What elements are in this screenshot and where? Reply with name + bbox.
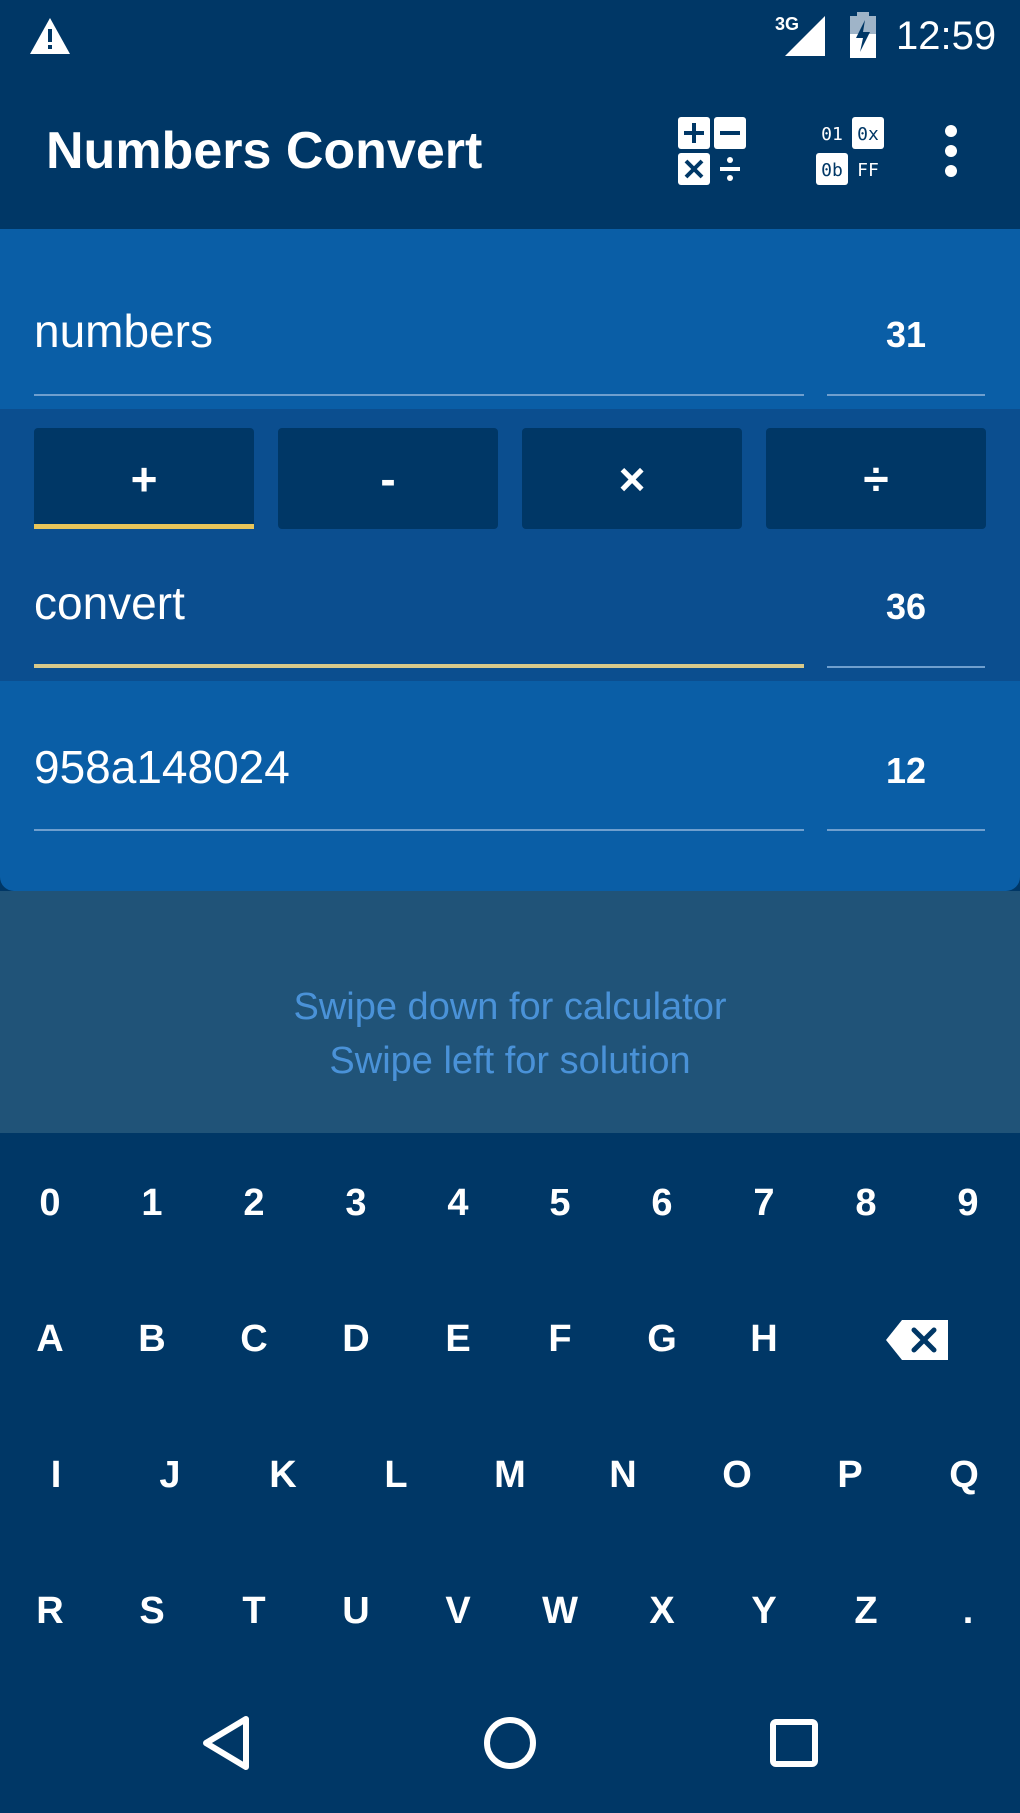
converter-icon-text: 01 — [821, 124, 843, 145]
key-g[interactable]: G — [622, 1299, 702, 1379]
key-dot[interactable]: . — [928, 1571, 1008, 1651]
key-j[interactable]: J — [130, 1435, 210, 1515]
first-number-underline — [34, 394, 804, 396]
key-2[interactable]: 2 — [214, 1163, 294, 1243]
key-z[interactable]: Z — [826, 1571, 906, 1651]
warning-icon — [30, 18, 70, 54]
first-base-input[interactable]: 31 — [826, 314, 986, 356]
result-base-underline — [827, 829, 985, 831]
hint-solution: Swipe left for solution — [329, 1040, 691, 1082]
more-options-icon[interactable] — [936, 123, 966, 179]
key-t[interactable]: T — [214, 1571, 294, 1651]
key-l[interactable]: L — [356, 1435, 436, 1515]
key-y[interactable]: Y — [724, 1571, 804, 1651]
home-icon[interactable] — [480, 1713, 540, 1773]
network-type-label: 3G — [775, 14, 800, 34]
result-output[interactable]: 958a148024 — [34, 740, 290, 794]
key-u[interactable]: U — [316, 1571, 396, 1651]
recents-icon[interactable] — [764, 1713, 824, 1773]
result-underline — [34, 829, 804, 831]
key-s[interactable]: S — [112, 1571, 192, 1651]
key-w[interactable]: W — [520, 1571, 600, 1651]
key-f[interactable]: F — [520, 1299, 600, 1379]
key-o[interactable]: O — [697, 1435, 777, 1515]
key-3[interactable]: 3 — [316, 1163, 396, 1243]
status-bar: 3G 12:59 — [0, 0, 1020, 75]
plus-button[interactable]: + — [34, 428, 254, 529]
key-n[interactable]: N — [583, 1435, 663, 1515]
key-i[interactable]: I — [16, 1435, 96, 1515]
back-icon[interactable] — [198, 1713, 258, 1773]
key-6[interactable]: 6 — [622, 1163, 702, 1243]
key-0[interactable]: 0 — [10, 1163, 90, 1243]
first-base-underline — [827, 394, 985, 396]
key-9[interactable]: 9 — [928, 1163, 1008, 1243]
battery-charging-icon — [850, 12, 876, 58]
converter-icon-text: 0x — [857, 124, 879, 145]
backspace-icon[interactable] — [886, 1318, 950, 1362]
key-1[interactable]: 1 — [112, 1163, 192, 1243]
custom-keyboard: 0 1 2 3 4 5 6 7 8 9 A B C D E F G H I J … — [0, 1133, 1020, 1673]
converter-icon-text: FF — [857, 160, 879, 181]
second-number-underline — [34, 664, 804, 668]
clock: 12:59 — [896, 14, 997, 58]
key-c[interactable]: C — [214, 1299, 294, 1379]
app-bar: Numbers Convert 01 0x 0b FF — [0, 75, 1020, 229]
key-h[interactable]: H — [724, 1299, 804, 1379]
key-m[interactable]: M — [470, 1435, 550, 1515]
divide-button[interactable]: ÷ — [766, 428, 986, 529]
minus-button[interactable]: - — [278, 428, 498, 529]
key-8[interactable]: 8 — [826, 1163, 906, 1243]
key-b[interactable]: B — [112, 1299, 192, 1379]
calculator-icon[interactable] — [676, 115, 748, 187]
key-p[interactable]: P — [810, 1435, 890, 1515]
key-5[interactable]: 5 — [520, 1163, 600, 1243]
base-converter-icon[interactable]: 01 0x 0b FF — [814, 115, 886, 187]
second-number-input[interactable]: convert — [34, 576, 185, 630]
key-4[interactable]: 4 — [418, 1163, 498, 1243]
result-base-input[interactable]: 12 — [826, 750, 986, 792]
key-k[interactable]: K — [243, 1435, 323, 1515]
converter-icon-text: 0b — [821, 160, 843, 181]
app-title: Numbers Convert — [46, 122, 483, 180]
second-base-input[interactable]: 36 — [826, 586, 986, 628]
multiply-button[interactable]: × — [522, 428, 742, 529]
hint-area[interactable]: Swipe down for calculator Swipe left for… — [0, 891, 1020, 1133]
key-q[interactable]: Q — [924, 1435, 1004, 1515]
key-r[interactable]: R — [10, 1571, 90, 1651]
key-v[interactable]: V — [418, 1571, 498, 1651]
key-7[interactable]: 7 — [724, 1163, 804, 1243]
second-base-underline — [827, 666, 985, 668]
key-d[interactable]: D — [316, 1299, 396, 1379]
first-number-input[interactable]: numbers — [34, 304, 213, 358]
key-a[interactable]: A — [10, 1299, 90, 1379]
key-e[interactable]: E — [418, 1299, 498, 1379]
converter-card: numbers 31 + - × ÷ convert 36 958a148024… — [0, 229, 1020, 891]
navigation-bar — [0, 1673, 1020, 1813]
hint-calculator: Swipe down for calculator — [293, 986, 727, 1028]
key-x[interactable]: X — [622, 1571, 702, 1651]
